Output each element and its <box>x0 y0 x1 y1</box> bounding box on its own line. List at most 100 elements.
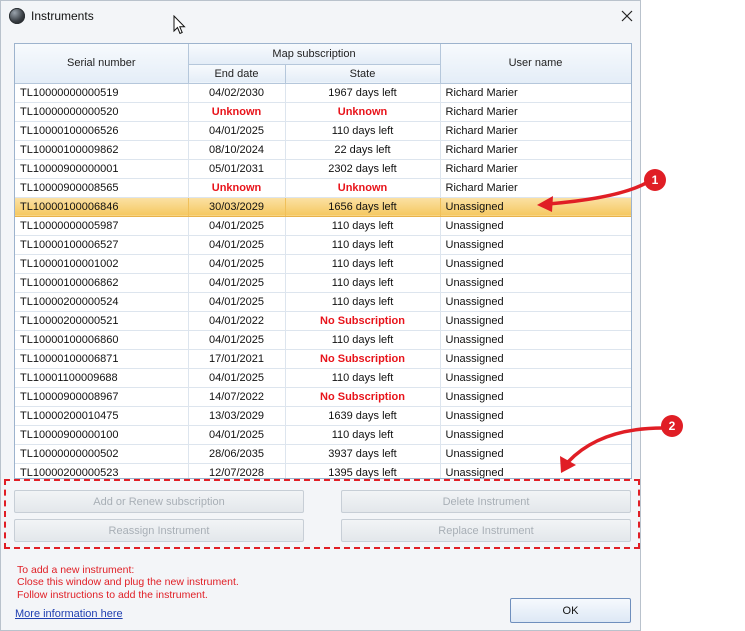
table-row[interactable]: TL10000100006860 04/01/2025 110 days left U… <box>15 330 631 350</box>
table-row[interactable]: TL10000900008565 Unknown Unknown Richard Ma… <box>15 178 631 198</box>
table-row[interactable]: TL10000900000001 05/01/2031 2302 days left… <box>15 159 631 179</box>
serial-cell: TL10000000005987 <box>15 216 189 236</box>
state-cell: No Subscription <box>285 311 441 331</box>
annotation-button-highlight <box>4 479 640 549</box>
info-line-2: Close this window and plug the new instr… <box>17 576 239 588</box>
user-name-cell: Richard Marier <box>440 83 631 103</box>
table-row[interactable]: TL10000100006862 04/01/2025 110 days left U… <box>15 273 631 293</box>
table-row[interactable]: TL10000000000502 28/06/2035 3937 days left… <box>15 444 631 464</box>
table-row[interactable]: TL10000000005987 04/01/2025 110 days left U… <box>15 216 631 236</box>
state-cell: 110 days left <box>285 425 441 445</box>
user-name-cell: Unassigned <box>440 292 631 312</box>
user-name-cell: Richard Marier <box>440 121 631 141</box>
end-date-cell: 28/06/2035 <box>188 444 286 464</box>
state-cell: 1639 days left <box>285 406 441 426</box>
column-header-serial[interactable]: Serial number <box>15 44 189 84</box>
close-button[interactable] <box>615 5 639 27</box>
state-cell: 110 days left <box>285 235 441 255</box>
info-line-1: To add a new instrument: <box>17 564 135 576</box>
end-date-cell: 04/01/2025 <box>188 216 286 236</box>
end-date-cell: Unknown <box>188 102 286 122</box>
state-cell: Unknown <box>285 102 441 122</box>
serial-cell: TL10000100009862 <box>15 140 189 160</box>
table-row[interactable]: TL10000900008967 14/07/2022 No Subscriptio… <box>15 387 631 407</box>
table-row[interactable]: TL10000000000519 04/02/2030 1967 days left… <box>15 83 631 103</box>
table-row[interactable]: TL10000200000523 12/07/2028 1395 days left… <box>15 463 631 478</box>
end-date-cell: 04/01/2025 <box>188 254 286 274</box>
end-date-cell: 04/02/2030 <box>188 83 286 103</box>
state-cell: 110 days left <box>285 254 441 274</box>
instruments-table[interactable]: Serial number Map subscription User name… <box>14 43 632 479</box>
column-header-user[interactable]: User name <box>440 44 631 84</box>
state-cell: 22 days left <box>285 140 441 160</box>
ok-button[interactable]: OK <box>510 598 631 623</box>
state-cell: 1656 days left <box>285 197 441 217</box>
table-row[interactable]: TL10000000000520 Unknown Unknown Richard Ma… <box>15 102 631 122</box>
user-name-cell: Richard Marier <box>440 178 631 198</box>
table-row[interactable]: TL10000200010475 13/03/2029 1639 days left… <box>15 406 631 426</box>
table-row[interactable]: TL10000100006871 17/01/2021 No Subscriptio… <box>15 349 631 369</box>
serial-cell: TL10000100006862 <box>15 273 189 293</box>
column-header-end-date[interactable]: End date <box>188 64 286 84</box>
table-row[interactable]: TL10001100009688 04/01/2025 110 days left U… <box>15 368 631 388</box>
serial-cell: TL10000100006871 <box>15 349 189 369</box>
end-date-cell: 04/01/2025 <box>188 121 286 141</box>
table-row[interactable]: TL10000100006527 04/01/2025 110 days left U… <box>15 235 631 255</box>
end-date-cell: 04/01/2025 <box>188 235 286 255</box>
end-date-cell: 12/07/2028 <box>188 463 286 478</box>
serial-cell: TL10000200000521 <box>15 311 189 331</box>
table-row[interactable]: TL10000100006526 04/01/2025 110 days left R… <box>15 121 631 141</box>
table-row[interactable]: TL10000200000521 04/01/2022 No Subscriptio… <box>15 311 631 331</box>
end-date-cell: 04/01/2025 <box>188 273 286 293</box>
state-cell: 3937 days left <box>285 444 441 464</box>
end-date-cell: 04/01/2022 <box>188 311 286 331</box>
serial-cell: TL10001100009688 <box>15 368 189 388</box>
user-name-cell: Unassigned <box>440 406 631 426</box>
callout-badge-1: 1 <box>644 169 666 191</box>
user-name-cell: Unassigned <box>440 197 631 217</box>
state-cell: 110 days left <box>285 216 441 236</box>
user-name-cell: Unassigned <box>440 444 631 464</box>
user-name-cell: Richard Marier <box>440 140 631 160</box>
state-cell: 110 days left <box>285 330 441 350</box>
serial-cell: TL10000000000519 <box>15 83 189 103</box>
user-name-cell: Unassigned <box>440 311 631 331</box>
table-row[interactable]: TL10000900000100 04/01/2025 110 days left U… <box>15 425 631 445</box>
user-name-cell: Unassigned <box>440 425 631 445</box>
user-name-cell: Richard Marier <box>440 159 631 179</box>
table-row[interactable]: TL10000100001002 04/01/2025 110 days left U… <box>15 254 631 274</box>
state-cell: 110 days left <box>285 121 441 141</box>
column-header-state[interactable]: State <box>285 64 441 84</box>
end-date-cell: 04/01/2025 <box>188 292 286 312</box>
user-name-cell: Unassigned <box>440 254 631 274</box>
table-row[interactable]: TL10000200000524 04/01/2025 110 days left U… <box>15 292 631 312</box>
mouse-cursor-icon <box>173 15 186 35</box>
state-cell: 110 days left <box>285 273 441 293</box>
end-date-cell: 14/07/2022 <box>188 387 286 407</box>
table-row[interactable]: TL10000100009862 08/10/2024 22 days left Ri… <box>15 140 631 160</box>
more-information-link[interactable]: More information here <box>15 608 123 620</box>
end-date-cell: 13/03/2029 <box>188 406 286 426</box>
user-name-cell: Richard Marier <box>440 102 631 122</box>
serial-cell: TL10000900008967 <box>15 387 189 407</box>
user-name-cell: Unassigned <box>440 273 631 293</box>
info-line-3: Follow instructions to add the instrumen… <box>17 589 208 601</box>
serial-cell: TL10000900000001 <box>15 159 189 179</box>
state-cell: 1395 days left <box>285 463 441 478</box>
user-name-cell: Unassigned <box>440 349 631 369</box>
serial-cell: TL10000100006527 <box>15 235 189 255</box>
state-cell: 1967 days left <box>285 83 441 103</box>
serial-cell: TL10000100006526 <box>15 121 189 141</box>
serial-cell: TL10000200010475 <box>15 406 189 426</box>
serial-cell: TL10000900000100 <box>15 425 189 445</box>
end-date-cell: 04/01/2025 <box>188 368 286 388</box>
end-date-cell: Unknown <box>188 178 286 198</box>
table-row[interactable]: TL10000100006846 30/03/2029 1656 days left… <box>15 197 631 217</box>
serial-cell: TL10000100006846 <box>15 197 189 217</box>
title-bar: Instruments <box>1 1 640 33</box>
app-icon <box>9 8 25 24</box>
end-date-cell: 04/01/2025 <box>188 330 286 350</box>
state-cell: 110 days left <box>285 292 441 312</box>
serial-cell: TL10000100001002 <box>15 254 189 274</box>
column-group-map-subscription: Map subscription <box>188 44 441 65</box>
